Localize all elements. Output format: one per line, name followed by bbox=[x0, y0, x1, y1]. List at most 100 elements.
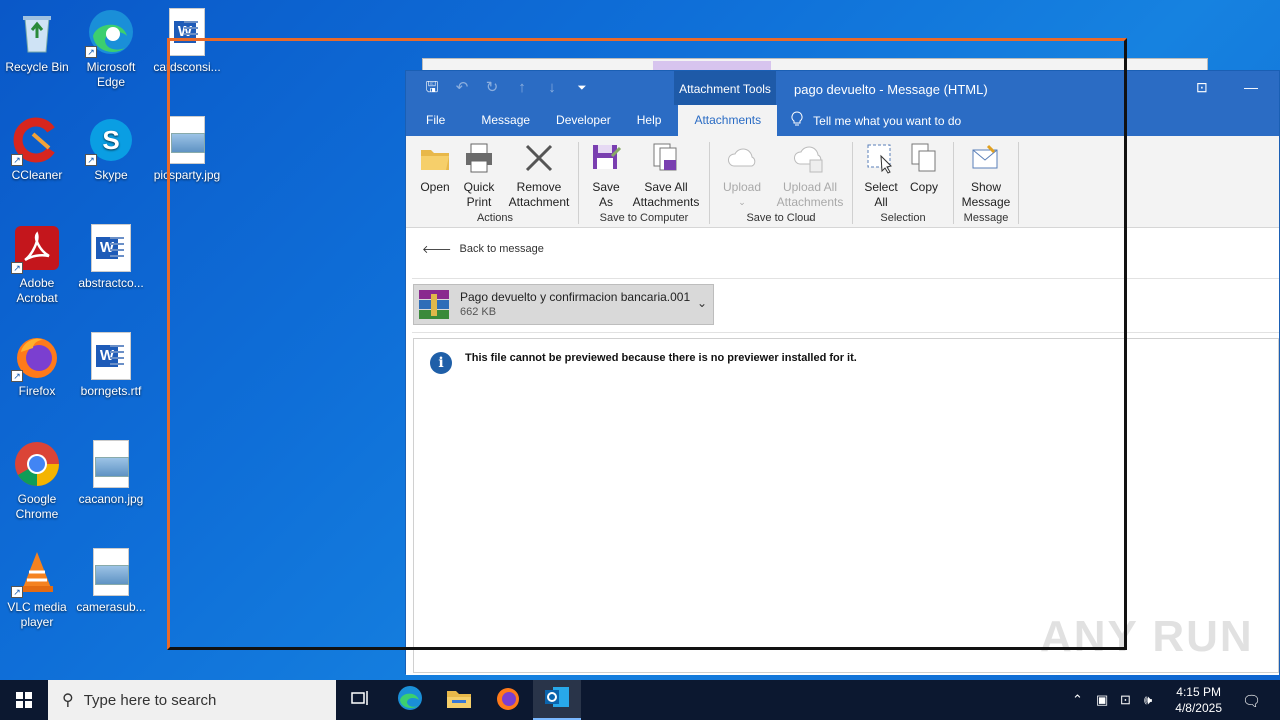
copy-button[interactable]: Copy bbox=[904, 140, 944, 195]
ccleaner-icon: ↗ bbox=[11, 116, 61, 166]
save-as-button[interactable]: Save As bbox=[588, 140, 624, 210]
taskbar-outlook[interactable] bbox=[533, 680, 581, 720]
chevron-up-icon[interactable]: ⌃ bbox=[1072, 692, 1083, 708]
open-button[interactable]: Open bbox=[414, 140, 456, 195]
group-label: Save to Cloud bbox=[746, 212, 816, 224]
desktop-icon-firefox[interactable]: ↗ Firefox bbox=[0, 332, 74, 399]
title-bar: 🖫 ↶ ↻ ↑ ↓ ⏷ Attachment Tools pago devuel… bbox=[406, 71, 1279, 105]
desktop-icon-ccleaner[interactable]: ↗ CCleaner bbox=[0, 116, 74, 183]
tab-developer[interactable]: Developer bbox=[543, 105, 624, 136]
attachment-preview-area: 🡐 Back to message Pago devuelto y confir… bbox=[406, 228, 1279, 675]
tab-message[interactable]: Message bbox=[468, 105, 543, 136]
select-all-button[interactable]: Select All bbox=[860, 140, 902, 210]
desktop-icon-label: Firefox bbox=[18, 384, 56, 398]
clock[interactable]: 4:15 PM 4/8/2025 bbox=[1175, 684, 1222, 716]
desktop-icon-cacanon[interactable]: cacanon.jpg bbox=[74, 440, 148, 507]
outlook-icon bbox=[544, 685, 570, 714]
redo-icon[interactable]: ↻ bbox=[484, 80, 500, 96]
desktop-icon-cardsconsi[interactable]: W cardsconsi... bbox=[150, 8, 224, 75]
image-file-icon bbox=[93, 548, 129, 596]
tab-file[interactable]: File bbox=[406, 105, 458, 136]
upload-button[interactable]: Upload ⌄ bbox=[717, 140, 767, 210]
meet-now-icon[interactable]: ▣ bbox=[1096, 692, 1108, 708]
printer-icon bbox=[463, 142, 495, 174]
undo-icon[interactable]: ↶ bbox=[454, 80, 470, 96]
group-label: Message bbox=[963, 212, 1009, 224]
desktop-icon-picsparty[interactable]: picsparty.jpg bbox=[150, 116, 224, 183]
desktop-icon-camerasub[interactable]: camerasub... bbox=[74, 548, 148, 615]
customize-qat-icon[interactable]: ⏷ bbox=[574, 80, 590, 96]
attachment-chip[interactable]: Pago devuelto y confirmacion bancaria.00… bbox=[413, 284, 714, 325]
context-tab-label: Attachment Tools bbox=[674, 71, 776, 105]
network-icon[interactable]: ⊡ bbox=[1120, 692, 1131, 708]
desktop-icon-label: Google Chrome bbox=[15, 492, 59, 521]
volume-icon[interactable]: 🕪 bbox=[1144, 692, 1152, 708]
down-arrow-icon[interactable]: ↓ bbox=[544, 80, 560, 96]
taskbar-search-box[interactable]: ⚲ Type here to search bbox=[48, 680, 336, 720]
up-arrow-icon[interactable]: ↑ bbox=[514, 80, 530, 96]
preview-message: This file cannot be previewed because th… bbox=[465, 352, 857, 364]
show-message-icon bbox=[970, 142, 1002, 174]
save-icon[interactable]: 🖫 bbox=[424, 80, 440, 96]
select-all-icon bbox=[865, 142, 897, 174]
save-as-icon bbox=[590, 142, 622, 174]
desktop-icon-skype[interactable]: S ↗ Skype bbox=[74, 116, 148, 183]
desktop-icon-label: Skype bbox=[94, 168, 128, 182]
taskbar-edge[interactable] bbox=[386, 680, 434, 720]
firefox-icon: ↗ bbox=[11, 332, 61, 382]
desktop-icon-label: VLC media player bbox=[7, 600, 67, 629]
group-label: Selection bbox=[880, 212, 926, 224]
tab-attachments[interactable]: Attachments bbox=[678, 105, 778, 136]
system-tray: ⌃ ▣ ⊡ 🕪 4:15 PM 4/8/2025 🗨 bbox=[1060, 680, 1280, 720]
chevron-down-icon[interactable]: ⌄ bbox=[697, 296, 707, 310]
desktop-icon-abstractco[interactable]: W abstractco... bbox=[74, 224, 148, 291]
chrome-icon bbox=[13, 440, 61, 488]
desktop-icon-vlc[interactable]: ↗ VLC media player bbox=[0, 548, 74, 630]
copy-icon bbox=[908, 142, 940, 174]
file-explorer-icon bbox=[446, 687, 472, 714]
quick-print-button[interactable]: Quick Print bbox=[458, 140, 500, 210]
tell-me-text: Tell me what you want to do bbox=[813, 113, 962, 128]
minimize-button[interactable]: — bbox=[1244, 79, 1258, 95]
restore-ribbon-icon[interactable]: ⊡ bbox=[1196, 79, 1208, 96]
save-all-icon bbox=[650, 142, 682, 174]
edge-icon bbox=[397, 685, 423, 716]
tell-me-box[interactable]: Tell me what you want to do bbox=[791, 111, 961, 130]
windows-logo-icon bbox=[16, 692, 32, 708]
image-file-icon bbox=[93, 440, 129, 488]
taskbar-firefox[interactable] bbox=[484, 680, 532, 720]
search-placeholder: Type here to search bbox=[83, 691, 217, 709]
cloud-upload-icon bbox=[726, 142, 758, 174]
desktop-icon-recycle-bin[interactable]: Recycle Bin bbox=[0, 8, 74, 75]
watermark-logo: ANY RUN bbox=[1040, 612, 1254, 661]
start-button[interactable] bbox=[0, 680, 48, 720]
image-file-icon bbox=[169, 116, 205, 164]
notification-icon[interactable]: 🗨 bbox=[1242, 692, 1261, 710]
task-view-button[interactable] bbox=[336, 680, 384, 720]
clock-date: 4/8/2025 bbox=[1175, 701, 1222, 715]
group-save-to-computer: Save As Save All Attachments Save to Com… bbox=[580, 140, 708, 226]
word-document-icon: W bbox=[169, 8, 205, 56]
quick-access-toolbar: 🖫 ↶ ↻ ↑ ↓ ⏷ bbox=[424, 80, 590, 96]
taskbar-file-explorer[interactable] bbox=[435, 680, 483, 720]
edge-icon: ↗ bbox=[85, 8, 135, 58]
tab-help[interactable]: Help bbox=[624, 105, 675, 136]
cloud-upload-all-icon bbox=[794, 142, 826, 174]
desktop-icon-label: cardsconsi... bbox=[153, 60, 221, 74]
back-to-message-link[interactable]: 🡐 Back to message bbox=[422, 242, 544, 256]
desktop-icon-edge[interactable]: ↗ Microsoft Edge bbox=[74, 8, 148, 90]
desktop-icon-acrobat[interactable]: ↗ Adobe Acrobat bbox=[0, 224, 74, 306]
desktop-icon-chrome[interactable]: Google Chrome bbox=[0, 440, 74, 522]
show-message-button[interactable]: Show Message bbox=[959, 140, 1013, 210]
group-message: Show Message Message bbox=[955, 140, 1017, 226]
desktop-icon-borngets[interactable]: W borngets.rtf bbox=[74, 332, 148, 399]
window-title: pago devuelto - Message (HTML) bbox=[794, 82, 988, 97]
lightbulb-icon bbox=[791, 111, 803, 130]
svg-text:S: S bbox=[102, 125, 119, 155]
skype-icon: S ↗ bbox=[85, 116, 135, 166]
desktop-icon-label: picsparty.jpg bbox=[153, 168, 221, 182]
info-icon: i bbox=[430, 352, 452, 374]
save-all-attachments-button[interactable]: Save All Attachments bbox=[628, 140, 704, 210]
attachment-name: Pago devuelto y confirmacion bancaria.00… bbox=[460, 290, 691, 304]
remove-attachment-button[interactable]: Remove Attachment bbox=[504, 140, 574, 210]
